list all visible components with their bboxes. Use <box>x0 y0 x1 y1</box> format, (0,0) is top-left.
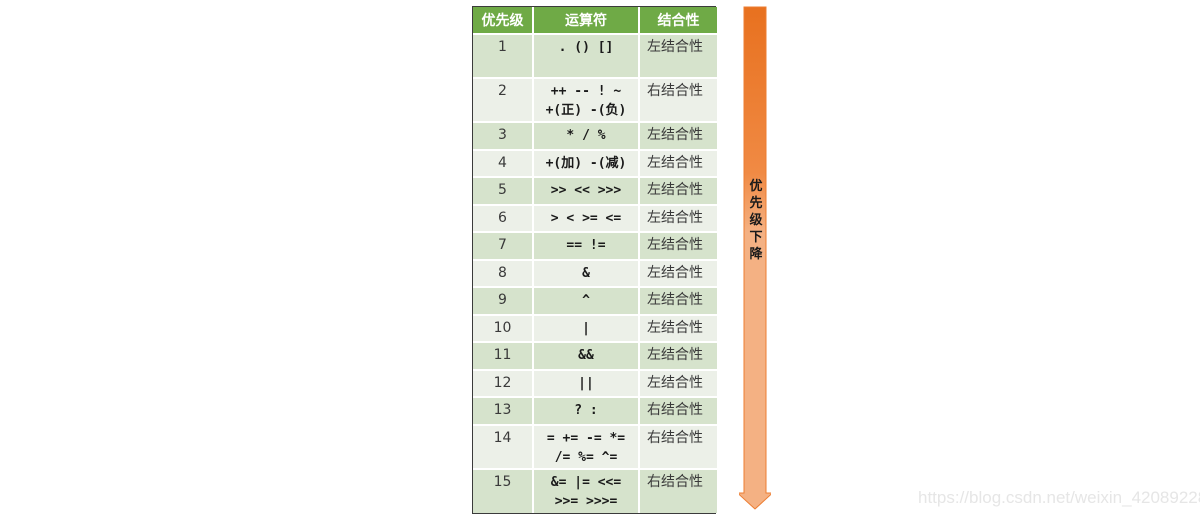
operators-cell: == != <box>533 232 640 261</box>
table-row: 15 &= |= <<= >>= >>>= 右结合性 <box>473 468 717 513</box>
operators-cell: > < >= <= <box>533 204 640 233</box>
associativity-cell: 左结合性 <box>639 259 717 288</box>
operators-cell: ? : <box>533 397 640 426</box>
priority-cell: 13 <box>473 397 534 426</box>
associativity-cell: 右结合性 <box>639 397 717 426</box>
table-row: 8 & 左结合性 <box>473 259 717 288</box>
priority-cell: 11 <box>473 342 534 371</box>
table-row: 9 ^ 左结合性 <box>473 287 717 316</box>
priority-cell: 9 <box>473 287 534 316</box>
operators-cell: = += -= *= /= %= ^= <box>533 424 640 470</box>
operator-precedence-table: 优先级 运算符 结合性 1. () [] 左结合性 2 ++ -- ! ~ +(正) … <box>472 6 717 514</box>
operators-cell: || <box>533 369 640 398</box>
priority-cell: 14 <box>473 424 534 470</box>
table-row: 1. () [] 左结合性 <box>473 34 717 79</box>
associativity-cell: 左结合性 <box>639 287 717 316</box>
operators-cell: ++ -- ! ~ +(正) -(负) <box>533 78 640 123</box>
table-row: 4 +(加) -(减) 左结合性 <box>473 149 717 178</box>
associativity-cell: 左结合性 <box>639 314 717 343</box>
table-row: 3 * / % 左结合性 <box>473 122 717 151</box>
associativity-cell: 右结合性 <box>639 468 717 513</box>
operators-cell: && <box>533 342 640 371</box>
associativity-cell: 左结合性 <box>639 369 717 398</box>
associativity-cell: 右结合性 <box>639 424 717 470</box>
table-row: 11 && 左结合性 <box>473 342 717 371</box>
operators-cell: &= |= <<= >>= >>>= <box>533 468 640 513</box>
operators-cell: . () [] <box>533 34 640 79</box>
priority-cell: 2 <box>473 78 534 123</box>
table-row: 7 == != 左结合性 <box>473 232 717 261</box>
priority-cell: 1 <box>473 34 534 79</box>
priority-cell: 8 <box>473 259 534 288</box>
arrow-label: 优先级下降 <box>749 179 763 262</box>
priority-cell: 7 <box>473 232 534 261</box>
header-associativity: 结合性 <box>639 7 717 35</box>
table-header-row: 优先级 运算符 结合性 <box>473 7 717 35</box>
priority-cell: 4 <box>473 149 534 178</box>
table-row: 12 || 左结合性 <box>473 369 717 398</box>
associativity-cell: 右结合性 <box>639 78 717 123</box>
associativity-cell: 左结合性 <box>639 342 717 371</box>
operators-cell: ^ <box>533 287 640 316</box>
priority-cell: 5 <box>473 177 534 206</box>
operators-cell: +(加) -(减) <box>533 149 640 178</box>
associativity-cell: 左结合性 <box>639 149 717 178</box>
operators-cell: | <box>533 314 640 343</box>
associativity-cell: 左结合性 <box>639 34 717 79</box>
associativity-cell: 左结合性 <box>639 177 717 206</box>
table-row: 2 ++ -- ! ~ +(正) -(负) 右结合性 <box>473 78 717 123</box>
priority-cell: 6 <box>473 204 534 233</box>
precedence-table: 优先级 运算符 结合性 1. () [] 左结合性 2 ++ -- ! ~ +(正) … <box>473 7 717 513</box>
associativity-cell: 左结合性 <box>639 232 717 261</box>
operators-cell: * / % <box>533 122 640 151</box>
table-row: 5 >> << >>> 左结合性 <box>473 177 717 206</box>
table-row: 14 = += -= *= /= %= ^= 右结合性 <box>473 424 717 470</box>
header-operators: 运算符 <box>533 7 640 35</box>
watermark: https://blog.csdn.net/weixin_42089228 <box>918 488 1200 507</box>
priority-cell: 3 <box>473 122 534 151</box>
table-row: 10 | 左结合性 <box>473 314 717 343</box>
priority-cell: 12 <box>473 369 534 398</box>
priority-cell: 15 <box>473 468 534 513</box>
table-row: 13? : 右结合性 <box>473 397 717 426</box>
associativity-cell: 左结合性 <box>639 204 717 233</box>
operators-cell: & <box>533 259 640 288</box>
priority-cell: 10 <box>473 314 534 343</box>
associativity-cell: 左结合性 <box>639 122 717 151</box>
operators-cell: >> << >>> <box>533 177 640 206</box>
table-row: 6 > < >= <= 左结合性 <box>473 204 717 233</box>
table-body: 1. () [] 左结合性 2 ++ -- ! ~ +(正) -(负) 右结合性 3 * /… <box>473 34 717 513</box>
header-priority: 优先级 <box>473 7 534 35</box>
